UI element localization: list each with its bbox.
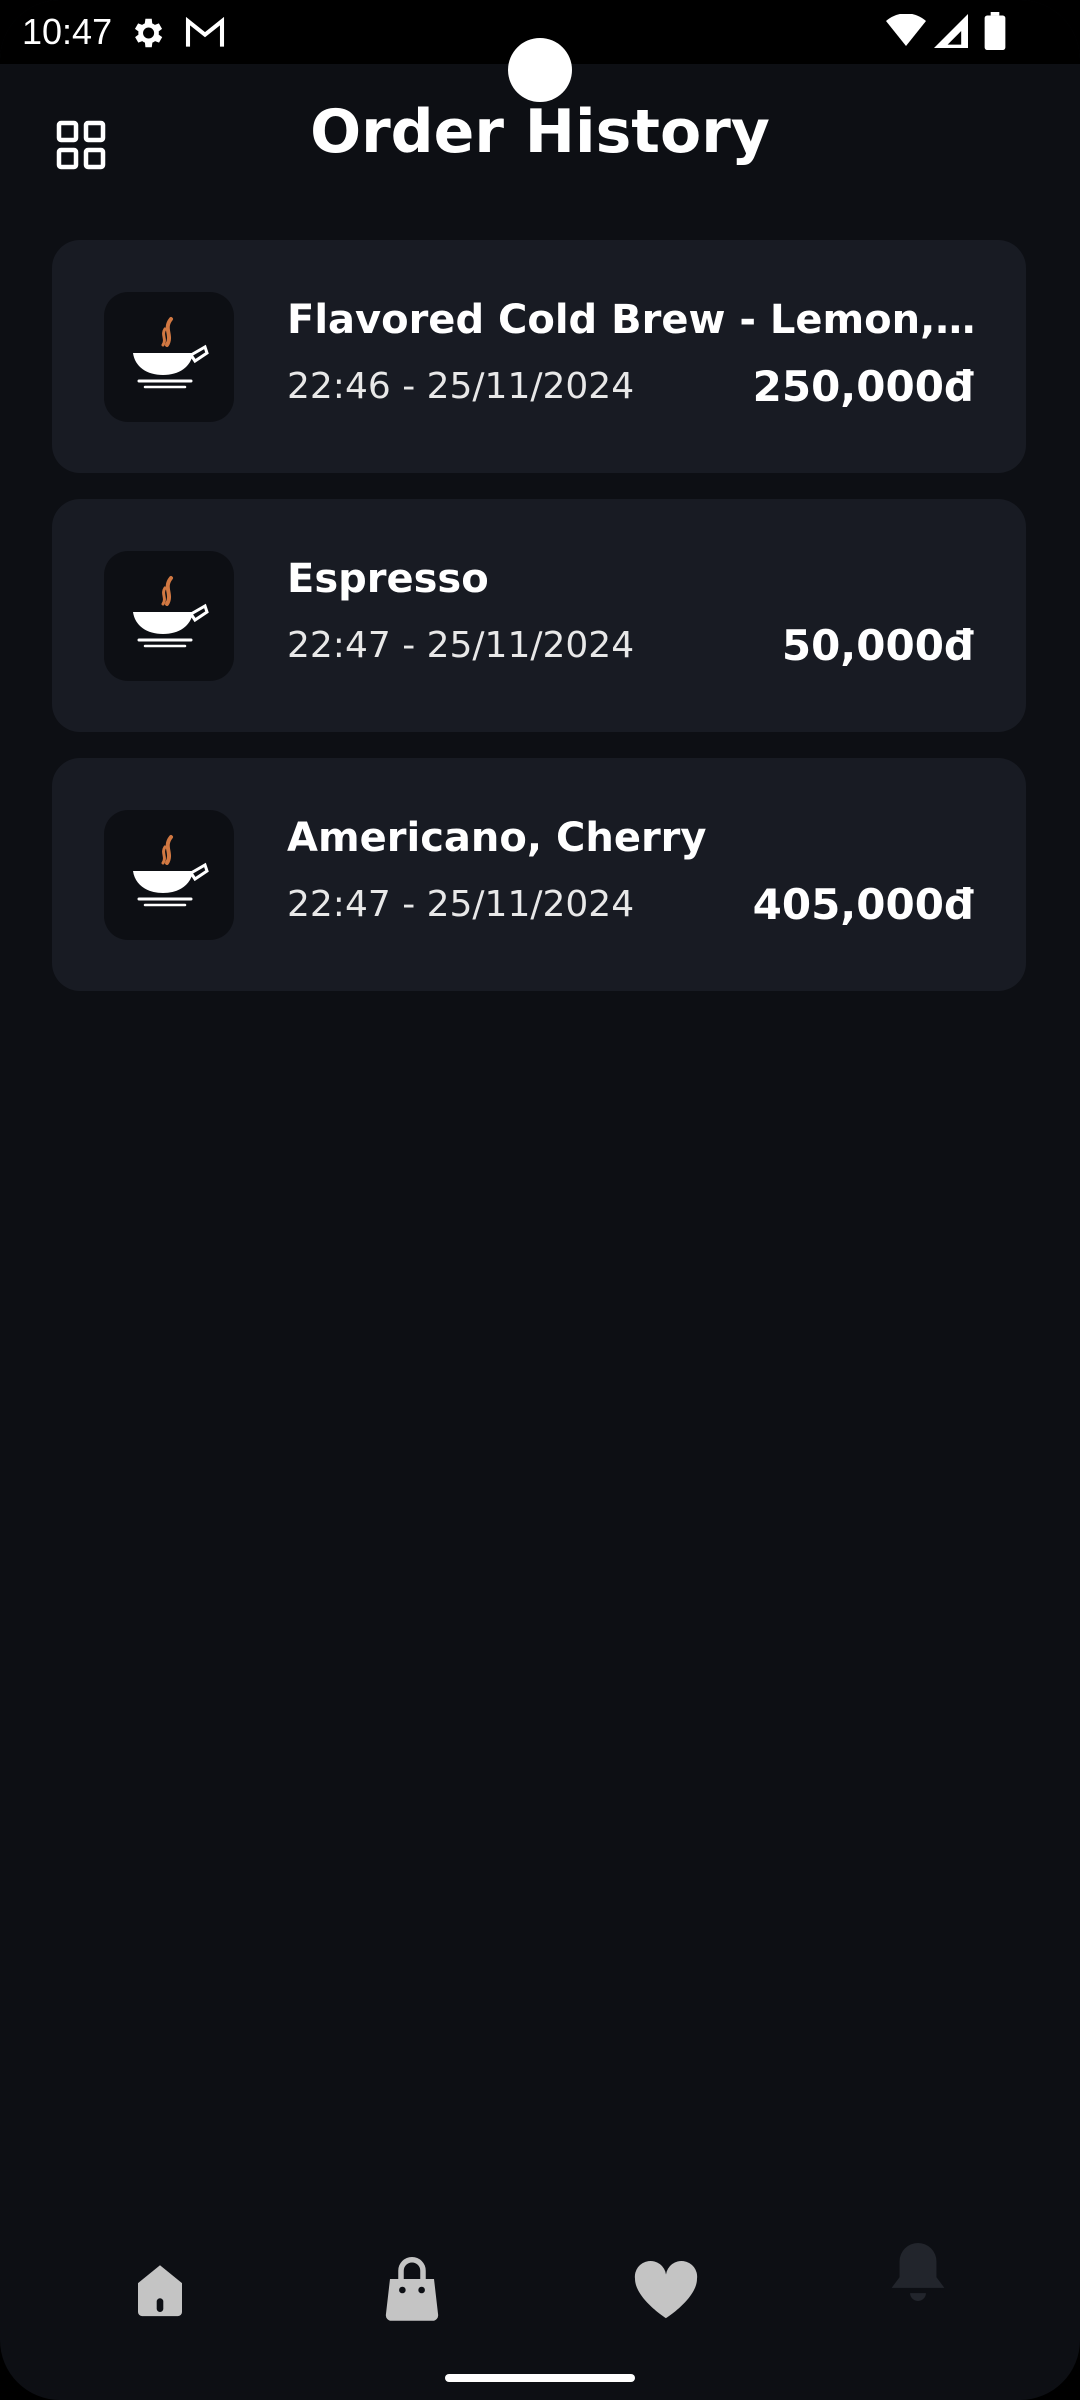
order-name: Espresso	[287, 556, 489, 602]
order-name: Flavored Cold Brew - Lemon, Et...	[287, 297, 987, 343]
order-name: Americano, Cherry	[287, 815, 707, 861]
nav-favorites[interactable]	[626, 2250, 706, 2330]
order-time: 22:47 - 25/11/2024	[287, 884, 635, 925]
settings-icon	[128, 14, 166, 56]
order-time: 22:47 - 25/11/2024	[287, 625, 635, 666]
order-list: Flavored Cold Brew - Lemon, Et... 22:46 …	[52, 240, 1026, 1017]
order-card[interactable]: Americano, Cherry 22:47 - 25/11/2024 405…	[52, 758, 1026, 991]
order-time: 22:46 - 25/11/2024	[287, 366, 635, 407]
heart-icon	[634, 2260, 698, 2319]
app-screen: 10:47 Order History Flavored Cold Brew -…	[0, 0, 1080, 2400]
coffee-logo-icon	[104, 810, 234, 940]
nav-home[interactable]	[120, 2250, 200, 2330]
nav-notifications[interactable]	[878, 2232, 958, 2312]
page-title: Order History	[310, 97, 770, 167]
order-card[interactable]: Espresso 22:47 - 25/11/2024 50,000đ	[52, 499, 1026, 732]
order-price: 50,000đ	[781, 621, 974, 670]
bottom-nav	[0, 2220, 1080, 2360]
order-price: 250,000đ	[752, 362, 974, 411]
home-icon	[138, 2265, 182, 2317]
gesture-home-bar[interactable]	[445, 2374, 635, 2382]
status-time: 10:47	[22, 11, 113, 52]
wifi-icon	[886, 13, 926, 52]
nav-cart[interactable]	[372, 2250, 452, 2330]
battery-icon	[984, 12, 1006, 54]
bell-icon	[891, 2243, 945, 2301]
signal-icon	[934, 14, 968, 52]
order-card[interactable]: Flavored Cold Brew - Lemon, Et... 22:46 …	[52, 240, 1026, 473]
gmail-icon	[184, 16, 226, 54]
order-price: 405,000đ	[752, 880, 974, 929]
bag-icon	[385, 2257, 439, 2321]
coffee-logo-icon	[104, 551, 234, 681]
coffee-logo-icon	[104, 292, 234, 422]
